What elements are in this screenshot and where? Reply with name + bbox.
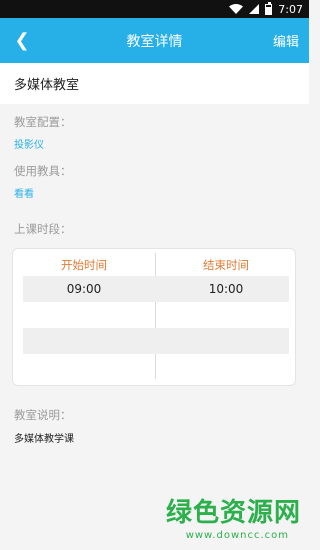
tools-value[interactable]: 看看 bbox=[14, 185, 34, 200]
classroom-name-row: 多媒体教室 bbox=[0, 63, 309, 104]
watermark-logo: 绿色资源网 bbox=[165, 498, 301, 528]
periods-label: 上课时段： bbox=[14, 222, 72, 236]
tools-label: 使用教具： bbox=[14, 164, 72, 178]
start-time-cell: 09:00 bbox=[66, 282, 102, 296]
page-title: 教室详情 bbox=[126, 33, 183, 50]
end-time-header: 结束时间 bbox=[203, 258, 249, 272]
start-time-header: 开始时间 bbox=[61, 258, 107, 272]
config-label: 教室配置： bbox=[14, 115, 72, 129]
battery-icon bbox=[265, 1, 273, 15]
description-value: 多媒体教学课 bbox=[14, 434, 74, 445]
end-time-cell: 10:00 bbox=[208, 282, 244, 296]
edit-button[interactable]: 编辑 bbox=[273, 31, 299, 50]
config-value[interactable]: 投影仪 bbox=[14, 136, 44, 151]
back-button[interactable]: ❮ bbox=[10, 18, 34, 63]
signal-icon bbox=[249, 4, 260, 14]
status-time: 7:07 bbox=[278, 2, 303, 16]
classroom-name: 多媒体教室 bbox=[14, 78, 80, 93]
watermark-url: www.downcc.com bbox=[185, 530, 289, 541]
chevron-left-icon: ❮ bbox=[14, 30, 30, 51]
title-bar: ❮ 教室详情 编辑 bbox=[0, 18, 309, 63]
description-label: 教室说明： bbox=[14, 408, 72, 422]
time-period-card: 开始时间 结束时间 09:00 10:00 bbox=[12, 248, 296, 386]
wifi-icon bbox=[229, 4, 244, 14]
table-row-empty bbox=[23, 328, 289, 354]
status-bar: 7:07 bbox=[0, 0, 309, 18]
